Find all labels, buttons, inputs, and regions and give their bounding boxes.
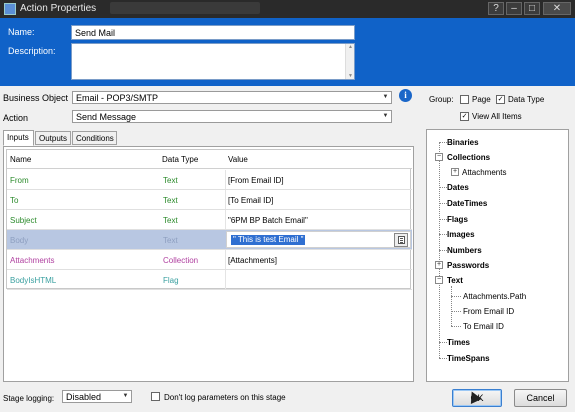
scroll-down-icon[interactable]: ▼ bbox=[348, 73, 353, 79]
data-type-checkbox[interactable]: ✓ bbox=[496, 95, 505, 104]
info-icon[interactable]: i bbox=[399, 89, 412, 102]
tree-node-text[interactable]: Text bbox=[447, 276, 463, 285]
properties-header: Name: Send Mail Description: ▲ ▼ bbox=[0, 18, 575, 86]
business-object-select[interactable]: Email - POP3/SMTP ▼ bbox=[72, 91, 392, 104]
tab-inputs[interactable]: Inputs bbox=[3, 130, 34, 146]
row-name: Subject bbox=[10, 216, 37, 225]
column-header-name[interactable]: Name bbox=[10, 155, 31, 164]
data-items-tree: Binaries − Collections + Attachments Dat… bbox=[426, 129, 569, 382]
tree-node-timespans[interactable]: TimeSpans bbox=[447, 354, 490, 363]
row-type: Text bbox=[163, 176, 178, 185]
dont-log-parameters-label: Don't log parameters on this stage bbox=[164, 393, 286, 402]
stage-logging-label: Stage logging: bbox=[3, 394, 55, 403]
maximize-button[interactable]: □ bbox=[524, 2, 540, 15]
table-row[interactable]: BodyIsHTML Flag bbox=[7, 270, 412, 290]
table-row[interactable]: Attachments Collection [Attachments] bbox=[7, 250, 412, 270]
row-type: Text bbox=[163, 196, 178, 205]
stage-logging-value: Disabled bbox=[66, 392, 102, 402]
row-value[interactable]: [Attachments] bbox=[228, 256, 277, 265]
table-row-selected[interactable]: Body Text " This is test Email " bbox=[7, 230, 412, 250]
row-name: BodyIsHTML bbox=[10, 276, 57, 285]
group-label: Group: bbox=[429, 95, 454, 104]
stage-logging-select[interactable]: Disabled ▼ bbox=[62, 390, 132, 403]
tree-node-attachments[interactable]: Attachments bbox=[462, 168, 506, 177]
tree-node-collections[interactable]: Collections bbox=[447, 153, 490, 162]
app-icon bbox=[4, 3, 16, 15]
tab-conditions[interactable]: Conditions bbox=[72, 131, 117, 145]
tree-node-from-email-id[interactable]: From Email ID bbox=[463, 307, 514, 316]
name-input[interactable]: Send Mail bbox=[71, 25, 355, 40]
description-input[interactable]: ▲ ▼ bbox=[71, 43, 355, 80]
close-button[interactable]: ✕ bbox=[543, 2, 571, 15]
expand-icon[interactable]: + bbox=[435, 261, 443, 269]
data-type-checkbox-label: Data Type bbox=[508, 95, 545, 104]
row-name: From bbox=[10, 176, 29, 185]
tab-outputs[interactable]: Outputs bbox=[35, 131, 71, 145]
inputs-table: Name Data Type Value From Text [From Ema… bbox=[6, 149, 412, 290]
tree-node-images[interactable]: Images bbox=[447, 230, 475, 239]
tree-node-attachments-path[interactable]: Attachments.Path bbox=[463, 292, 526, 301]
window-title: Action Properties bbox=[20, 3, 97, 14]
collapse-icon[interactable]: − bbox=[435, 276, 443, 284]
tree-node-numbers[interactable]: Numbers bbox=[447, 246, 482, 255]
action-label: Action bbox=[3, 113, 29, 123]
tree-node-times[interactable]: Times bbox=[447, 338, 470, 347]
tree-node-binaries[interactable]: Binaries bbox=[447, 138, 479, 147]
dropdown-arrow-icon: ▼ bbox=[122, 393, 129, 399]
collapse-icon[interactable]: − bbox=[435, 153, 443, 161]
view-all-items-checkbox[interactable]: ✓ bbox=[460, 112, 469, 121]
tree-node-passwords[interactable]: Passwords bbox=[447, 261, 489, 270]
inputs-grid: Name Data Type Value From Text [From Ema… bbox=[3, 146, 414, 382]
row-type: Flag bbox=[163, 276, 179, 285]
page-checkbox[interactable] bbox=[460, 95, 469, 104]
title-bar-blur bbox=[110, 2, 260, 14]
column-header-data-type[interactable]: Data Type bbox=[162, 155, 198, 164]
expand-icon[interactable]: + bbox=[451, 168, 459, 176]
help-button[interactable]: ? bbox=[488, 2, 504, 15]
expression-editor-button[interactable] bbox=[394, 233, 408, 247]
row-type: Collection bbox=[163, 256, 199, 265]
action-select[interactable]: Send Message ▼ bbox=[72, 110, 392, 123]
page-checkbox-label: Page bbox=[472, 95, 491, 104]
tree-node-flags[interactable]: Flags bbox=[447, 215, 468, 224]
calculator-icon bbox=[398, 236, 405, 244]
dropdown-arrow-icon: ▼ bbox=[382, 113, 389, 119]
description-scrollbar[interactable]: ▲ ▼ bbox=[345, 44, 354, 79]
tree-node-datetimes[interactable]: DateTimes bbox=[447, 199, 487, 208]
row-name: To bbox=[10, 196, 19, 205]
table-row[interactable]: Subject Text "6PM BP Batch Email" bbox=[7, 210, 412, 230]
cancel-button[interactable]: Cancel bbox=[514, 389, 567, 407]
row-name: Attachments bbox=[10, 256, 55, 265]
tree-node-dates[interactable]: Dates bbox=[447, 183, 469, 192]
minimize-button[interactable]: – bbox=[506, 2, 522, 15]
business-object-value: Email - POP3/SMTP bbox=[76, 93, 159, 103]
row-value[interactable]: "6PM BP Batch Email" bbox=[228, 216, 308, 225]
name-label: Name: bbox=[8, 27, 35, 37]
column-header-value[interactable]: Value bbox=[228, 155, 248, 164]
tree-node-to-email-id[interactable]: To Email ID bbox=[463, 322, 504, 331]
dropdown-arrow-icon: ▼ bbox=[382, 94, 389, 100]
row-name: Body bbox=[10, 236, 29, 245]
row-type: Text bbox=[163, 236, 178, 245]
row-type: Text bbox=[163, 216, 178, 225]
row-value-selected-text: " This is test Email " bbox=[231, 235, 306, 245]
row-value[interactable]: [To Email ID] bbox=[228, 196, 273, 205]
scroll-up-icon[interactable]: ▲ bbox=[348, 44, 353, 50]
dont-log-parameters-checkbox[interactable] bbox=[151, 392, 160, 401]
business-object-label: Business Object bbox=[3, 93, 69, 103]
table-row[interactable]: To Text [To Email ID] bbox=[7, 190, 412, 210]
table-header: Name Data Type Value bbox=[7, 150, 412, 169]
description-label: Description: bbox=[8, 46, 56, 56]
view-all-items-label: View All Items bbox=[472, 112, 522, 121]
table-row[interactable]: From Text [From Email ID] bbox=[7, 170, 412, 190]
body-value-input[interactable]: " This is test Email " bbox=[226, 231, 411, 248]
action-value: Send Message bbox=[76, 112, 137, 122]
title-bar: Action Properties ? – □ ✕ bbox=[0, 0, 575, 18]
row-value[interactable]: [From Email ID] bbox=[228, 176, 284, 185]
